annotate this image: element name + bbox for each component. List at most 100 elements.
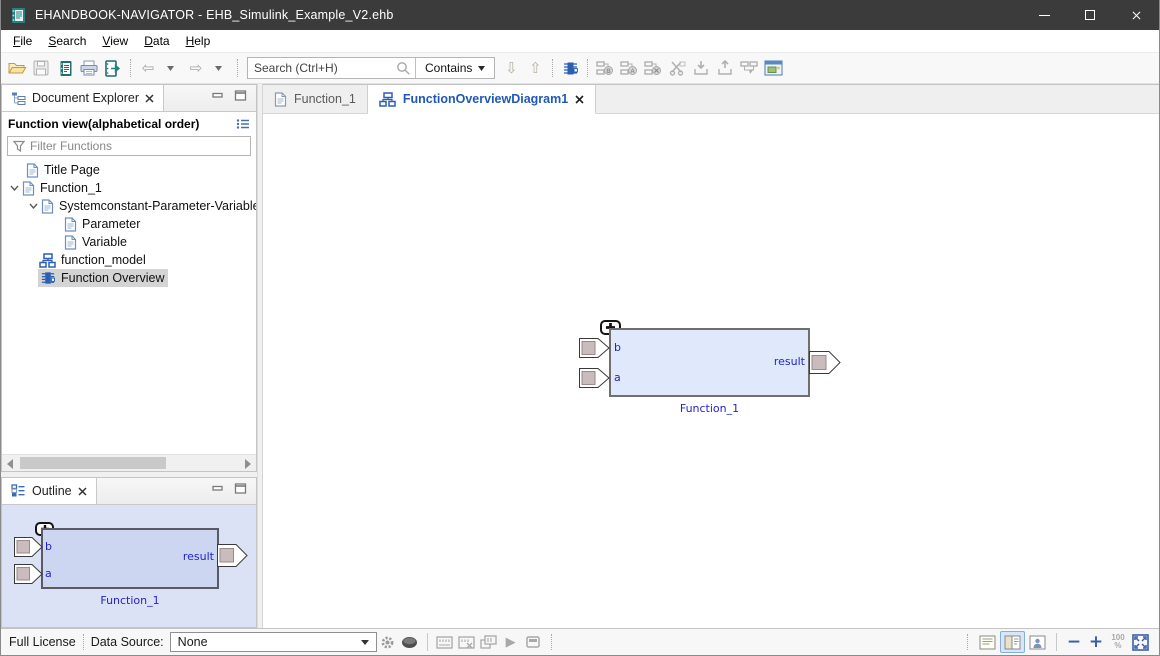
- cut-connection-button[interactable]: [665, 56, 689, 80]
- tab-function-1[interactable]: Function_1: [263, 85, 368, 113]
- outline-input-port-a[interactable]: [14, 564, 43, 584]
- open-handbook-button[interactable]: [53, 56, 77, 80]
- view-menu-icon[interactable]: [236, 118, 250, 130]
- menu-file[interactable]: File: [5, 32, 40, 50]
- open-new-window-button[interactable]: [761, 56, 785, 80]
- toolbar-separator: [237, 59, 238, 77]
- close-view-icon[interactable]: [78, 487, 87, 496]
- tree-item-variable[interactable]: Variable: [2, 233, 256, 251]
- input-port-b[interactable]: [579, 338, 610, 358]
- close-view-icon[interactable]: [145, 94, 154, 103]
- filter-input[interactable]: [30, 139, 245, 153]
- fit-to-window-button[interactable]: [1129, 631, 1151, 653]
- input-port-a[interactable]: [579, 368, 610, 388]
- show-block-diagram-button[interactable]: B: [593, 56, 617, 80]
- menu-data[interactable]: Data: [136, 32, 177, 50]
- tree-item-label: Variable: [82, 235, 127, 249]
- document-explorer-panel: Document Explorer Function view(alphabet…: [1, 84, 257, 472]
- previous-match-button[interactable]: ⇧: [523, 56, 547, 80]
- open-button[interactable]: [5, 56, 29, 80]
- outline-input-port-b[interactable]: [14, 537, 43, 557]
- minimize-view-icon[interactable]: [211, 483, 224, 494]
- chip-icon: [40, 270, 56, 286]
- tree-item-title-page[interactable]: Title Page: [2, 161, 256, 179]
- maximize-view-icon[interactable]: [234, 483, 247, 494]
- diagram-a-icon: A: [620, 60, 638, 76]
- statusbar-separator: [83, 634, 84, 650]
- port-label-result: result: [152, 550, 214, 563]
- next-match-button[interactable]: ⇩: [499, 56, 523, 80]
- window-title: EHANDBOOK-NAVIGATOR - EHB_Simulink_Examp…: [35, 8, 394, 22]
- outline-output-port[interactable]: [217, 544, 248, 567]
- print-button[interactable]: [77, 56, 101, 80]
- search-mode-label: Contains: [425, 61, 472, 75]
- tab-function-overview-diagram-1[interactable]: FunctionOverviewDiagram1: [368, 85, 596, 114]
- minimize-view-icon[interactable]: [211, 90, 224, 101]
- show-labels-button[interactable]: A: [617, 56, 641, 80]
- port-label-a: a: [614, 371, 621, 384]
- tree-item-function-model[interactable]: function_model: [2, 251, 256, 269]
- import-view-button[interactable]: [689, 56, 713, 80]
- stop-icon: [526, 636, 540, 648]
- open-in-diagram-button[interactable]: [737, 56, 761, 80]
- split-view-button[interactable]: [1000, 631, 1025, 653]
- back-button[interactable]: ⇦: [136, 56, 160, 80]
- back-history-dropdown[interactable]: [158, 56, 182, 80]
- horizontal-scrollbar[interactable]: [2, 454, 256, 471]
- zoom-100-button[interactable]: 100%: [1107, 631, 1129, 653]
- start-measurement-button[interactable]: ▶: [500, 631, 522, 653]
- tree-item-parameter[interactable]: Parameter: [2, 215, 256, 233]
- measure-diagram-button[interactable]: [478, 631, 500, 653]
- close-tab-icon[interactable]: [575, 95, 584, 104]
- handbook-icon: [58, 60, 73, 77]
- minimize-button[interactable]: [1021, 0, 1067, 30]
- maximize-view-icon[interactable]: [234, 90, 247, 101]
- maximize-button[interactable]: [1067, 0, 1113, 30]
- hide-element-button[interactable]: [641, 56, 665, 80]
- diagram-b-icon: B: [596, 60, 614, 76]
- scroll-right-icon[interactable]: [245, 459, 251, 469]
- presenter-view-button[interactable]: [1025, 631, 1050, 653]
- port-label-b: b: [45, 540, 52, 553]
- measure-config-button[interactable]: [456, 631, 478, 653]
- search-input[interactable]: [248, 61, 396, 75]
- tree-item-systemconstant[interactable]: Systemconstant-Parameter-Variable-C: [2, 197, 256, 215]
- export-view-button[interactable]: [713, 56, 737, 80]
- menu-view[interactable]: View: [94, 32, 136, 50]
- forward-history-dropdown[interactable]: [206, 56, 230, 80]
- menu-help[interactable]: Help: [178, 32, 219, 50]
- zoom-out-button[interactable]: −: [1063, 631, 1085, 653]
- outline-block-label: Function_1: [41, 594, 219, 607]
- stop-measurement-button[interactable]: [522, 631, 544, 653]
- function-view-title: Function view(alphabetical order): [8, 117, 199, 131]
- document-explorer-tab[interactable]: Document Explorer: [2, 85, 164, 111]
- close-button[interactable]: [1113, 0, 1159, 30]
- tree-view-icon: [11, 91, 26, 105]
- diagram-canvas[interactable]: b a result Function_1: [263, 114, 1159, 628]
- tree-item-label: Function Overview: [61, 271, 165, 285]
- function-overview-button[interactable]: [558, 56, 582, 80]
- port-label-result: result: [741, 355, 805, 368]
- forward-button[interactable]: ⇨: [184, 56, 208, 80]
- chevron-down-icon[interactable]: [10, 185, 19, 191]
- save-button[interactable]: [29, 56, 53, 80]
- data-settings-button[interactable]: [377, 631, 399, 653]
- scroll-left-icon[interactable]: [7, 459, 13, 469]
- search-mode-dropdown[interactable]: Contains: [416, 58, 494, 78]
- toolbar-separator: [552, 59, 553, 77]
- outline-canvas[interactable]: b a result Function_1: [2, 505, 256, 627]
- output-port[interactable]: [809, 351, 841, 374]
- single-page-view-button[interactable]: [975, 631, 1000, 653]
- outline-tab[interactable]: Outline: [2, 478, 97, 504]
- chevron-down-icon[interactable]: [29, 203, 38, 209]
- tree-item-function-1[interactable]: Function_1: [2, 179, 256, 197]
- data-source-dropdown[interactable]: None: [170, 632, 377, 652]
- close-handbook-button[interactable]: [101, 56, 125, 80]
- zoom-in-button[interactable]: +: [1085, 631, 1107, 653]
- menu-search[interactable]: Search: [40, 32, 94, 50]
- data-view-button[interactable]: [399, 631, 421, 653]
- scrollbar-thumb[interactable]: [20, 457, 166, 469]
- tree-item-function-overview[interactable]: Function Overview: [2, 269, 256, 287]
- export-handbook-icon: [104, 60, 122, 77]
- measure-values-button[interactable]: [434, 631, 456, 653]
